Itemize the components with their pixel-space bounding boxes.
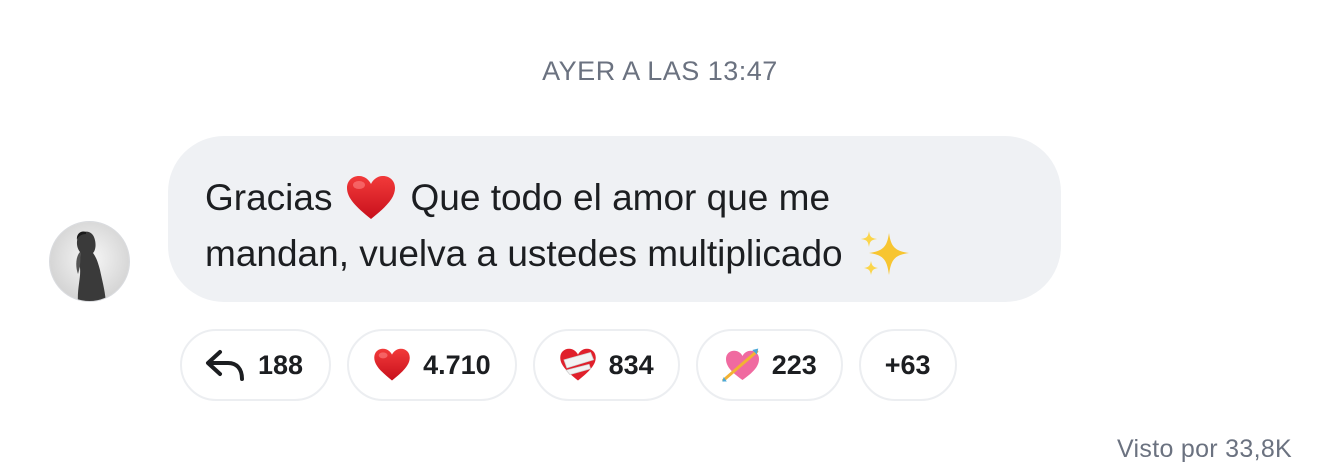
- red-heart-emoji-icon: [347, 176, 396, 219]
- message-text-part-1: Gracias: [205, 177, 333, 218]
- mending-heart-icon: [559, 348, 597, 382]
- seen-by-label[interactable]: Visto por 33,8K: [1117, 435, 1292, 464]
- more-reactions-pill[interactable]: +63: [858, 329, 957, 401]
- more-reactions-label: +63: [884, 349, 931, 380]
- heart-arrow-count: 223: [771, 349, 817, 380]
- message-timestamp: AYER A LAS 13:47: [542, 56, 778, 86]
- message-line-1: Gracias Que todo el amor que me: [205, 170, 1021, 226]
- message-line-2: mandan, vuelva a ustedes multiplicado: [205, 226, 1021, 282]
- reply-reaction-pill[interactable]: 188: [180, 329, 332, 401]
- sender-avatar[interactable]: [49, 221, 130, 302]
- red-heart-icon: [373, 348, 411, 382]
- sparkles-emoji-icon: [860, 231, 909, 275]
- message-text-part-3: mandan, vuelva a ustedes multiplicado: [205, 233, 843, 274]
- reply-count: 188: [258, 349, 304, 380]
- heart-count: 4.710: [423, 349, 491, 380]
- mending-heart-reaction-pill[interactable]: 834: [532, 329, 680, 401]
- heart-reaction-pill[interactable]: 4.710: [347, 329, 517, 401]
- reply-arrow-icon: [204, 348, 246, 382]
- heart-with-arrow-icon: [721, 347, 760, 383]
- reactions-bar: 188 4.710 834 223 +63: [180, 329, 957, 401]
- heart-arrow-reaction-pill[interactable]: 223: [695, 329, 843, 401]
- message-text-part-2: Que todo el amor que me: [410, 177, 831, 218]
- mending-heart-count: 834: [608, 349, 654, 380]
- avatar-photo: [50, 222, 129, 301]
- message-bubble[interactable]: Gracias Que todo el amor que me mandan, …: [168, 136, 1061, 302]
